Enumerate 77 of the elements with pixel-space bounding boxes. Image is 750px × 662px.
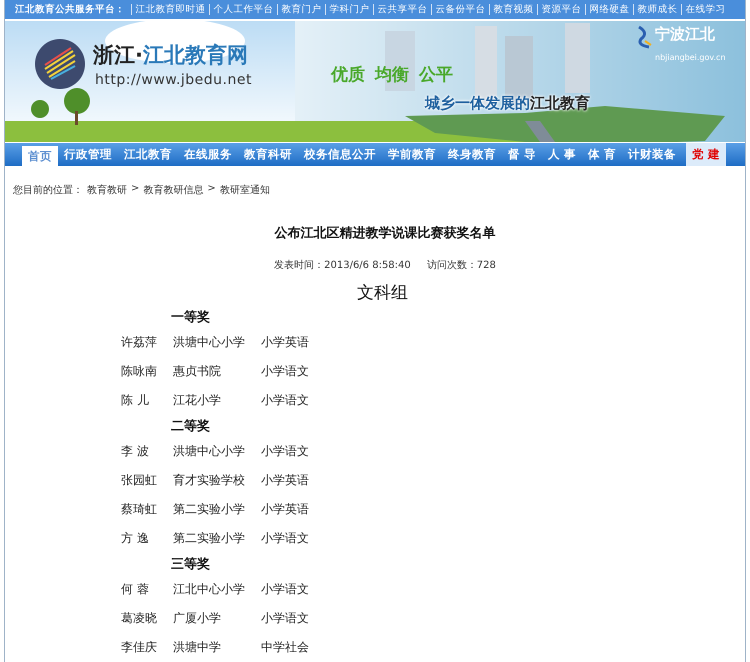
nav-tab[interactable]: 终身教育 (442, 143, 502, 166)
winner-school: 洪塘中心小学 (173, 443, 246, 460)
winner-subject: 小学英语 (261, 472, 310, 489)
winner-subject: 中学社会 (261, 639, 310, 656)
winner-name: 李 波 (121, 443, 150, 460)
platform-link[interactable]: 云共享平台 (373, 4, 431, 15)
badge-title: 宁波江北 (655, 24, 715, 43)
nav-tab[interactable]: 江北教育 (118, 143, 178, 166)
winner-subject: 小学英语 (261, 501, 310, 518)
platform-link[interactable]: 教师成长 (633, 4, 681, 15)
winner-name: 许荔萍 (121, 334, 158, 351)
platform-label: 江北教育公共服务平台： (15, 2, 125, 16)
winner-name: 陈咏南 (121, 363, 158, 380)
winner-name: 蔡琦虹 (121, 501, 158, 518)
breadcrumb-link[interactable]: 教研室通知 (220, 183, 270, 197)
winner-school: 第二实验小学 (173, 530, 246, 547)
badge-url: nbjiangbei.gov.cn (655, 52, 726, 62)
slogan-word: 优质 (331, 64, 365, 85)
prize-heading: 三等奖 (171, 556, 210, 573)
slogan-word: 公平 (419, 64, 453, 85)
winner-subject: 小学语文 (261, 581, 310, 598)
winner-subject: 小学语文 (261, 443, 310, 460)
winner-school: 洪塘中学 (173, 639, 222, 656)
nav-tab[interactable]: 督 导 (502, 143, 542, 166)
winner-name: 方 逸 (121, 530, 150, 547)
winner-subject: 小学语文 (261, 363, 310, 380)
winner-school: 育才实验学校 (173, 472, 246, 489)
winner-name: 张园虹 (121, 472, 158, 489)
logo-icon (635, 24, 653, 49)
winner-school: 洪塘中心小学 (173, 334, 246, 351)
logo-icon (35, 38, 85, 89)
platform-link[interactable]: 云备份平台 (431, 4, 489, 15)
winner-school: 广厦小学 (173, 610, 222, 627)
nav-tab[interactable]: 人 事 (542, 143, 582, 166)
prize-heading: 二等奖 (171, 418, 210, 435)
nav-tab[interactable]: 行政管理 (58, 143, 118, 166)
slogan-word: 均衡 (375, 64, 409, 85)
breadcrumb-separator: > (207, 183, 216, 196)
platform-link[interactable]: 教育视频 (489, 4, 537, 15)
winner-subject: 小学英语 (261, 334, 310, 351)
platform-link[interactable]: 在线学习 (681, 4, 729, 15)
breadcrumb-link[interactable]: 教育教研信息 (143, 183, 204, 197)
publish-time: 发表时间：2013/6/6 8:58:40 (274, 258, 411, 272)
group-heading: 文科组 (356, 282, 409, 304)
article-title: 公布江北区精进教学说课比赛获奖名单 (273, 224, 496, 242)
platform-link[interactable]: 资源平台 (537, 4, 585, 15)
winner-name: 李佳庆 (121, 639, 158, 656)
nav-tab[interactable]: 学前教育 (382, 143, 442, 166)
nav-tab[interactable]: 体 育 (582, 143, 622, 166)
prize-heading: 一等奖 (171, 309, 210, 326)
winner-school: 江花小学 (173, 392, 222, 409)
site-url: http://www.jbedu.net (95, 72, 252, 88)
winner-school: 惠贞书院 (173, 363, 222, 380)
winner-subject: 小学语文 (261, 610, 310, 627)
breadcrumb-label: 您目前的位置： (13, 184, 83, 197)
winner-school: 江北中心小学 (173, 581, 246, 598)
platform-link[interactable]: 学科门户 (325, 4, 373, 15)
winner-subject: 小学语文 (261, 392, 310, 409)
winner-name: 葛凌晓 (121, 610, 158, 627)
nav-tab[interactable]: 在线服务 (178, 143, 238, 166)
breadcrumb-separator: > (131, 183, 140, 196)
nav-tab[interactable]: 党 建 (686, 143, 726, 166)
platform-link[interactable]: 网络硬盘 (585, 4, 633, 15)
nav-tab[interactable]: 校务信息公开 (298, 143, 382, 166)
visit-count: 访问次数：728 (426, 258, 496, 272)
nav-tab[interactable]: 教育科研 (238, 143, 298, 166)
winner-name: 陈 儿 (121, 392, 150, 409)
slogan-line: 城乡一体发展的江北教育 (425, 94, 590, 112)
nav-tab[interactable]: 首页 (22, 146, 58, 166)
winner-name: 何 蓉 (121, 581, 150, 598)
nav-tab[interactable]: 计财装备 (622, 143, 682, 166)
platform-link[interactable]: 江北教育即时通 (131, 4, 209, 15)
winner-school: 第二实验小学 (173, 501, 246, 518)
breadcrumb-link[interactable]: 教育教研 (87, 183, 127, 197)
platform-link[interactable]: 教育门户 (277, 4, 325, 15)
winner-subject: 小学语文 (261, 530, 310, 547)
platform-link[interactable]: 个人工作平台 (209, 4, 277, 15)
